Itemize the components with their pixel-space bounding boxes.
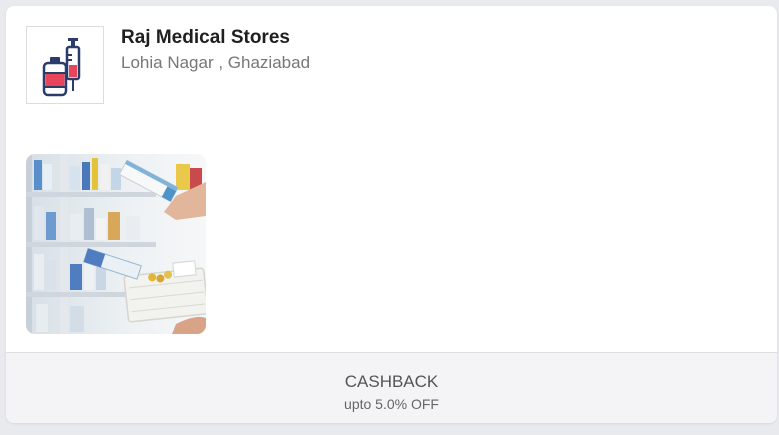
offer-footer[interactable]: CASHBACK upto 5.0% OFF — [6, 352, 777, 423]
cashback-title: CASHBACK — [344, 372, 439, 391]
medicine-vial-syringe-icon — [42, 38, 81, 97]
store-logo — [26, 26, 104, 104]
store-name: Raj Medical Stores — [121, 27, 290, 48]
store-card[interactable]: Raj Medical Stores Lohia Nagar , Ghaziab… — [6, 6, 777, 423]
store-location: Lohia Nagar , Ghaziabad — [121, 53, 311, 72]
cashback-subtitle: upto 5.0% OFF — [344, 396, 439, 412]
pharmacy-shelf-photo — [26, 154, 206, 334]
